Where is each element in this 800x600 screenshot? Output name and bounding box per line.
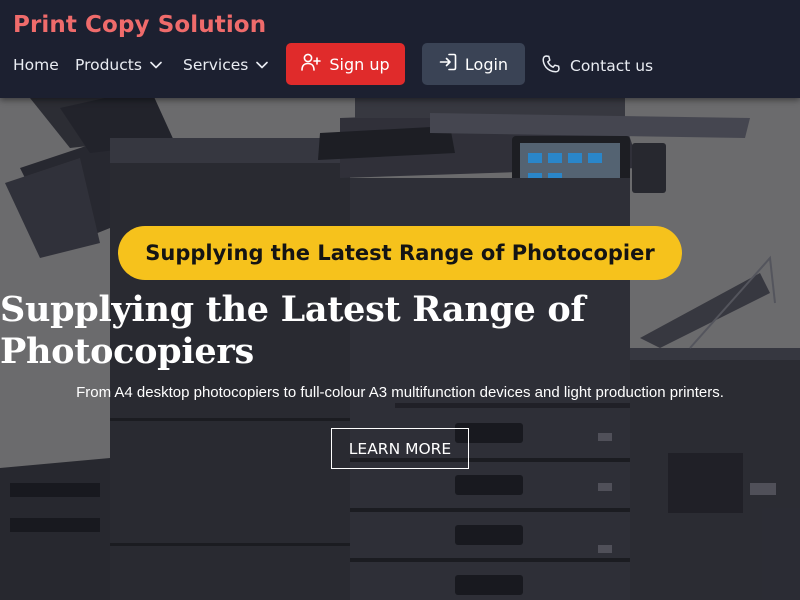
hero-title: Supplying the Latest Range of Photocopie… xyxy=(0,289,620,373)
nav-services-label: Services xyxy=(183,56,249,74)
signup-button[interactable]: Sign up xyxy=(286,43,405,85)
learn-more-button[interactable]: LEARN MORE xyxy=(331,428,469,469)
user-plus-icon xyxy=(301,53,322,75)
nav-products-label: Products xyxy=(75,56,142,74)
brand-logo[interactable]: Print Copy Solution xyxy=(13,12,266,38)
hero-title-line1: Supplying the Latest Range of xyxy=(0,289,586,330)
login-label: Login xyxy=(464,54,509,74)
chevron-down-icon xyxy=(256,61,269,69)
hero-subtitle: From A4 desktop photocopiers to full-col… xyxy=(76,384,724,401)
hero-title-line2: Photocopiers xyxy=(0,331,254,372)
nav-home[interactable]: Home xyxy=(13,54,59,76)
nav-home-label: Home xyxy=(13,56,59,74)
contact-label: Contact us xyxy=(570,57,654,75)
hero-badge: Supplying the Latest Range of Photocopie… xyxy=(118,226,682,280)
chevron-down-icon xyxy=(150,61,162,69)
login-icon xyxy=(439,53,457,75)
signup-label: Sign up xyxy=(329,54,390,74)
nav-services[interactable]: Services xyxy=(183,54,269,76)
phone-icon xyxy=(541,54,561,78)
navbar: Print Copy Solution Home Products Servic… xyxy=(0,0,800,98)
hero-section: Supplying the Latest Range of Photocopie… xyxy=(0,98,800,600)
contact-link[interactable]: Contact us xyxy=(541,54,653,78)
login-button[interactable]: Login xyxy=(422,43,525,85)
nav-products[interactable]: Products xyxy=(75,54,162,76)
